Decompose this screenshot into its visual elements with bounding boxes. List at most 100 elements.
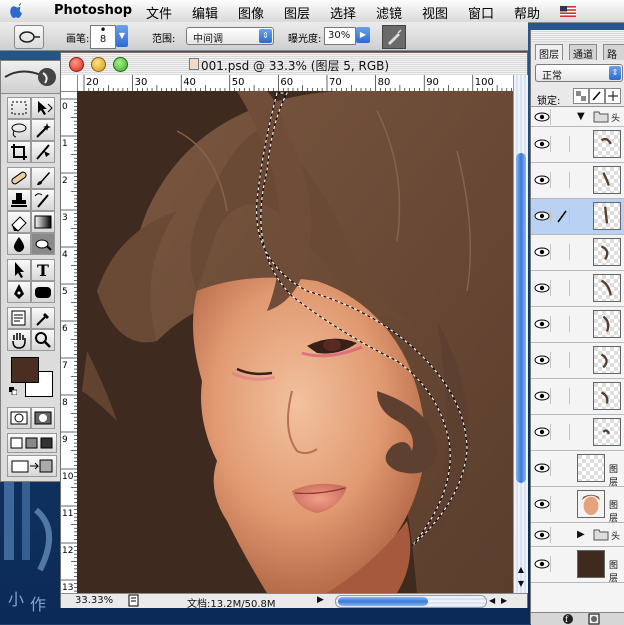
crop-tool[interactable] bbox=[7, 141, 31, 163]
close-button[interactable] bbox=[69, 57, 84, 72]
visibility-eye-icon[interactable] bbox=[534, 136, 551, 152]
visibility-eye-icon[interactable] bbox=[534, 527, 551, 543]
magic-wand-tool[interactable] bbox=[31, 119, 55, 141]
zoom-level[interactable]: 33.33% bbox=[75, 595, 113, 606]
scroll-left-arrow[interactable]: ◀ bbox=[489, 594, 499, 607]
hand-tool[interactable] bbox=[7, 329, 31, 351]
layer-row[interactable] bbox=[531, 379, 624, 415]
layer-link-cell[interactable] bbox=[555, 172, 570, 188]
notes-tool[interactable] bbox=[7, 307, 31, 329]
visibility-eye-icon[interactable] bbox=[534, 208, 551, 224]
layer-group-row-bottom[interactable]: ▶ 头 bbox=[531, 523, 624, 547]
minimize-button[interactable] bbox=[91, 57, 106, 72]
path-selection-tool[interactable] bbox=[7, 259, 31, 281]
horizontal-scrollbar[interactable] bbox=[335, 595, 487, 608]
visibility-eye-icon[interactable] bbox=[534, 496, 551, 512]
layer-style-icon[interactable]: f bbox=[561, 613, 575, 625]
layer-row[interactable] bbox=[531, 163, 624, 199]
layer-group-row-top[interactable]: ▼ 头 bbox=[531, 107, 624, 127]
lock-pixels-button[interactable] bbox=[589, 88, 605, 104]
visibility-eye-icon[interactable] bbox=[534, 280, 551, 296]
clone-stamp-tool[interactable] bbox=[7, 189, 31, 211]
scroll-up-arrow[interactable]: ▲ bbox=[514, 563, 528, 577]
menu-window[interactable]: 窗口 bbox=[468, 3, 494, 22]
layer-row-named[interactable]: 图层 bbox=[531, 487, 624, 524]
eraser-tool[interactable] bbox=[7, 211, 31, 233]
document-title-bar[interactable]: 001.psd @ 33.3% (图层 5, RGB) bbox=[61, 53, 527, 75]
layer-row[interactable] bbox=[531, 199, 624, 235]
range-select[interactable]: 中间调 ⇕ bbox=[186, 27, 274, 45]
burn-tool[interactable] bbox=[31, 233, 55, 255]
group-collapsed-arrow[interactable]: ▶ bbox=[577, 529, 585, 540]
horizontal-scroll-thumb[interactable] bbox=[338, 597, 428, 606]
standard-mode-button[interactable] bbox=[7, 407, 31, 429]
shape-tool[interactable] bbox=[31, 281, 55, 303]
vertical-scroll-thumb[interactable] bbox=[516, 153, 526, 483]
group-expand-arrow[interactable]: ▼ bbox=[577, 111, 585, 122]
status-menu-arrow[interactable]: ▶ bbox=[317, 594, 327, 607]
exposure-slider-arrow[interactable]: ▶ bbox=[356, 27, 370, 43]
visibility-eye-icon[interactable] bbox=[534, 424, 551, 440]
eyedropper-tool[interactable] bbox=[31, 307, 55, 329]
gradient-tool[interactable] bbox=[31, 211, 55, 233]
menu-image[interactable]: 图像 bbox=[238, 3, 264, 22]
menu-edit[interactable]: 编辑 bbox=[192, 3, 218, 22]
ruler-origin[interactable] bbox=[61, 75, 78, 92]
tool-preset-picker[interactable] bbox=[14, 25, 44, 49]
brush-tool[interactable] bbox=[31, 167, 55, 189]
tab-paths[interactable]: 路径 bbox=[603, 44, 624, 60]
apple-icon[interactable] bbox=[8, 2, 24, 20]
type-tool[interactable]: T bbox=[31, 259, 55, 281]
lock-transparency-button[interactable] bbox=[573, 88, 589, 104]
layer-link-cell[interactable] bbox=[555, 136, 570, 152]
layer-link-cell[interactable] bbox=[555, 208, 570, 224]
jump-to-imageready-button[interactable] bbox=[7, 455, 57, 477]
layer-row[interactable] bbox=[531, 415, 624, 451]
vertical-scrollbar[interactable]: ▲ ▼ bbox=[513, 75, 528, 593]
tab-layers[interactable]: 图层 bbox=[535, 44, 563, 61]
layer-link-cell[interactable] bbox=[555, 352, 570, 368]
lock-position-button[interactable] bbox=[605, 88, 621, 104]
visibility-eye-icon[interactable] bbox=[534, 316, 551, 332]
layer-row[interactable] bbox=[531, 127, 624, 163]
foreground-color-swatch[interactable] bbox=[11, 357, 39, 383]
layer-link-cell[interactable] bbox=[555, 244, 570, 260]
menu-layer[interactable]: 图层 bbox=[284, 3, 310, 22]
healing-brush-tool[interactable] bbox=[7, 167, 31, 189]
scroll-down-arrow[interactable]: ▼ bbox=[514, 577, 528, 591]
layer-row[interactable] bbox=[531, 307, 624, 343]
image-canvas[interactable] bbox=[77, 91, 513, 593]
layer-link-cell[interactable] bbox=[555, 316, 570, 332]
blend-mode-select[interactable]: 正常 ⇕ bbox=[535, 64, 623, 82]
tab-channels[interactable]: 通道 bbox=[569, 44, 597, 61]
visibility-eye-icon[interactable] bbox=[534, 352, 551, 368]
layers-palette-titlebar[interactable] bbox=[531, 30, 624, 42]
layer-link-cell[interactable] bbox=[555, 424, 570, 440]
menu-help[interactable]: 帮助 bbox=[514, 3, 540, 22]
layer-row[interactable] bbox=[531, 235, 624, 271]
slice-tool[interactable] bbox=[31, 141, 55, 163]
layer-row[interactable] bbox=[531, 271, 624, 307]
history-brush-tool[interactable] bbox=[31, 189, 55, 211]
menu-file[interactable]: 文件 bbox=[146, 3, 172, 22]
default-colors-icon[interactable] bbox=[9, 385, 18, 396]
layer-link-cell[interactable] bbox=[555, 388, 570, 404]
menu-filter[interactable]: 滤镜 bbox=[376, 3, 402, 22]
quick-mask-button[interactable] bbox=[31, 407, 55, 429]
visibility-eye-icon[interactable] bbox=[534, 388, 551, 404]
menu-app-name[interactable]: Photoshop bbox=[54, 3, 132, 18]
airbrush-button[interactable] bbox=[382, 25, 406, 49]
screen-mode-buttons[interactable] bbox=[7, 433, 57, 453]
marquee-tool[interactable] bbox=[7, 97, 31, 119]
layer-link-cell[interactable] bbox=[555, 280, 570, 296]
pen-tool[interactable] bbox=[7, 281, 31, 303]
menu-view[interactable]: 视图 bbox=[422, 3, 448, 22]
menu-select[interactable]: 选择 bbox=[330, 3, 356, 22]
layer-row-background[interactable]: 图层 bbox=[531, 547, 624, 584]
document-proxy-icon[interactable] bbox=[189, 58, 199, 70]
visibility-eye-icon[interactable] bbox=[534, 556, 551, 572]
visibility-eye-icon[interactable] bbox=[534, 172, 551, 188]
layer-mask-icon[interactable] bbox=[587, 613, 601, 625]
us-flag-icon[interactable] bbox=[560, 6, 576, 17]
visibility-eye-icon[interactable] bbox=[534, 460, 551, 476]
